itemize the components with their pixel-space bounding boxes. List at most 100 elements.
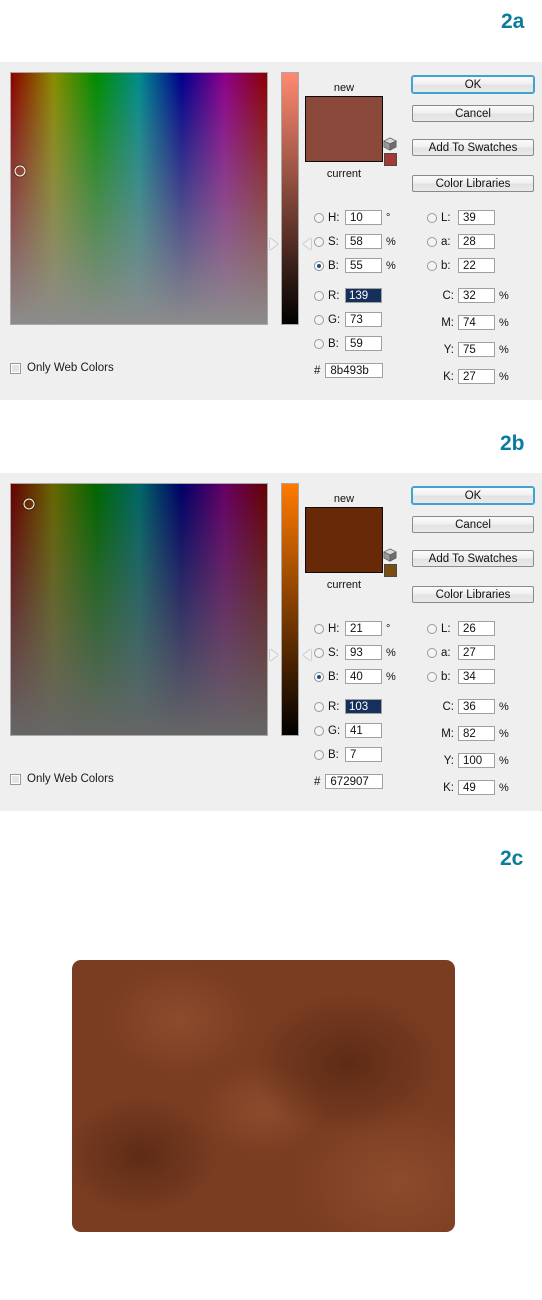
- input-a[interactable]: 28: [458, 234, 495, 249]
- radio-g[interactable]: [314, 725, 324, 736]
- color-field-marker[interactable]: [23, 498, 35, 510]
- radio-b-blue[interactable]: [314, 338, 324, 349]
- input-y[interactable]: 100: [458, 753, 495, 768]
- input-c[interactable]: 32: [458, 288, 495, 303]
- radio-s[interactable]: [314, 236, 324, 247]
- hsb-row-h[interactable]: H: 21 °: [314, 620, 390, 637]
- brightness-slider[interactable]: [281, 72, 299, 325]
- input-l[interactable]: 26: [458, 621, 495, 636]
- input-c[interactable]: 36: [458, 699, 495, 714]
- radio-l[interactable]: [427, 212, 437, 223]
- cmyk-row-k[interactable]: K: 49 %: [427, 779, 509, 796]
- input-s[interactable]: 93: [345, 645, 382, 660]
- unit-h: °: [386, 211, 391, 224]
- saturation-brightness-field[interactable]: [10, 72, 268, 325]
- radio-a[interactable]: [427, 647, 437, 658]
- cancel-button[interactable]: Cancel: [412, 105, 534, 122]
- radio-b-lab[interactable]: [427, 671, 437, 682]
- radio-h[interactable]: [314, 623, 324, 634]
- hsb-row-b[interactable]: B: 55 %: [314, 257, 396, 274]
- radio-a[interactable]: [427, 236, 437, 247]
- input-b-blue[interactable]: 7: [345, 747, 382, 762]
- lab-row-l[interactable]: L: 26: [427, 620, 495, 637]
- unit-m: %: [499, 316, 509, 329]
- radio-b-blue[interactable]: [314, 749, 324, 760]
- radio-b-brightness[interactable]: [314, 671, 324, 682]
- color-libraries-button[interactable]: Color Libraries: [412, 175, 534, 192]
- hsb-row-s[interactable]: S: 58 %: [314, 233, 396, 250]
- color-libraries-button[interactable]: Color Libraries: [412, 586, 534, 603]
- input-b-lab[interactable]: 22: [458, 258, 495, 273]
- input-r[interactable]: 103: [345, 699, 382, 714]
- input-m[interactable]: 82: [458, 726, 495, 741]
- radio-r[interactable]: [314, 290, 324, 301]
- input-y[interactable]: 75: [458, 342, 495, 357]
- brightness-slider[interactable]: [281, 483, 299, 736]
- only-web-colors-checkbox[interactable]: Only Web Colors: [10, 773, 114, 785]
- input-r[interactable]: 139: [345, 288, 382, 303]
- input-b-blue[interactable]: 59: [345, 336, 382, 351]
- saturation-brightness-field[interactable]: [10, 483, 268, 736]
- lab-row-a[interactable]: a: 28: [427, 233, 495, 250]
- add-to-swatches-button[interactable]: Add To Swatches: [412, 139, 534, 156]
- input-a[interactable]: 27: [458, 645, 495, 660]
- cube-icon[interactable]: [383, 548, 397, 562]
- input-k[interactable]: 49: [458, 780, 495, 795]
- radio-s[interactable]: [314, 647, 324, 658]
- hex-row[interactable]: # 672907: [314, 773, 384, 790]
- cmyk-row-m[interactable]: M: 74 %: [427, 314, 509, 331]
- lab-row-a[interactable]: a: 27: [427, 644, 495, 661]
- rgb-row-r[interactable]: R: 139: [314, 287, 382, 304]
- rgb-row-r[interactable]: R: 103: [314, 698, 382, 715]
- label-a: a:: [441, 235, 451, 248]
- cmyk-row-y[interactable]: Y: 100 %: [427, 752, 509, 769]
- input-b-brightness[interactable]: 40: [345, 669, 382, 684]
- cancel-button[interactable]: Cancel: [412, 516, 534, 533]
- cmyk-row-c[interactable]: C: 32 %: [427, 287, 509, 304]
- hsb-row-b[interactable]: B: 40 %: [314, 668, 396, 685]
- ok-button[interactable]: OK: [412, 487, 534, 504]
- only-web-colors-checkbox[interactable]: Only Web Colors: [10, 362, 114, 374]
- radio-h[interactable]: [314, 212, 324, 223]
- input-k[interactable]: 27: [458, 369, 495, 384]
- cmyk-row-c[interactable]: C: 36 %: [427, 698, 509, 715]
- label-m: M:: [441, 316, 454, 329]
- add-to-swatches-button[interactable]: Add To Swatches: [412, 550, 534, 567]
- lab-row-b[interactable]: b: 34: [427, 668, 495, 685]
- hsb-row-s[interactable]: S: 93 %: [314, 644, 396, 661]
- hex-row[interactable]: # 8b493b: [314, 362, 384, 379]
- input-hex[interactable]: 8b493b: [325, 363, 384, 378]
- cube-icon[interactable]: [383, 137, 397, 151]
- ok-button[interactable]: OK: [412, 76, 534, 93]
- gamut-alt-color-swatch[interactable]: [384, 564, 397, 577]
- input-h[interactable]: 21: [345, 621, 382, 636]
- radio-r[interactable]: [314, 701, 324, 712]
- input-g[interactable]: 73: [345, 312, 382, 327]
- input-g[interactable]: 41: [345, 723, 382, 738]
- unit-h: °: [386, 622, 391, 635]
- input-b-lab[interactable]: 34: [458, 669, 495, 684]
- lab-row-b[interactable]: b: 22: [427, 257, 495, 274]
- brightness-overlay-layer: [11, 73, 267, 324]
- radio-b-lab[interactable]: [427, 260, 437, 271]
- gamut-alt-color-swatch[interactable]: [384, 153, 397, 166]
- rgb-row-b[interactable]: B: 59: [314, 335, 382, 352]
- hsb-row-h[interactable]: H: 10 °: [314, 209, 390, 226]
- rgb-row-g[interactable]: G: 73: [314, 311, 382, 328]
- input-h[interactable]: 10: [345, 210, 382, 225]
- radio-b-brightness[interactable]: [314, 260, 324, 271]
- color-field-marker[interactable]: [14, 165, 26, 177]
- radio-l[interactable]: [427, 623, 437, 634]
- lab-row-l[interactable]: L: 39: [427, 209, 495, 226]
- cmyk-row-y[interactable]: Y: 75 %: [427, 341, 509, 358]
- input-m[interactable]: 74: [458, 315, 495, 330]
- rgb-row-g[interactable]: G: 41: [314, 722, 382, 739]
- cmyk-row-k[interactable]: K: 27 %: [427, 368, 509, 385]
- input-b-brightness[interactable]: 55: [345, 258, 382, 273]
- input-s[interactable]: 58: [345, 234, 382, 249]
- radio-g[interactable]: [314, 314, 324, 325]
- input-l[interactable]: 39: [458, 210, 495, 225]
- input-hex[interactable]: 672907: [325, 774, 384, 789]
- cmyk-row-m[interactable]: M: 82 %: [427, 725, 509, 742]
- rgb-row-b[interactable]: B: 7: [314, 746, 382, 763]
